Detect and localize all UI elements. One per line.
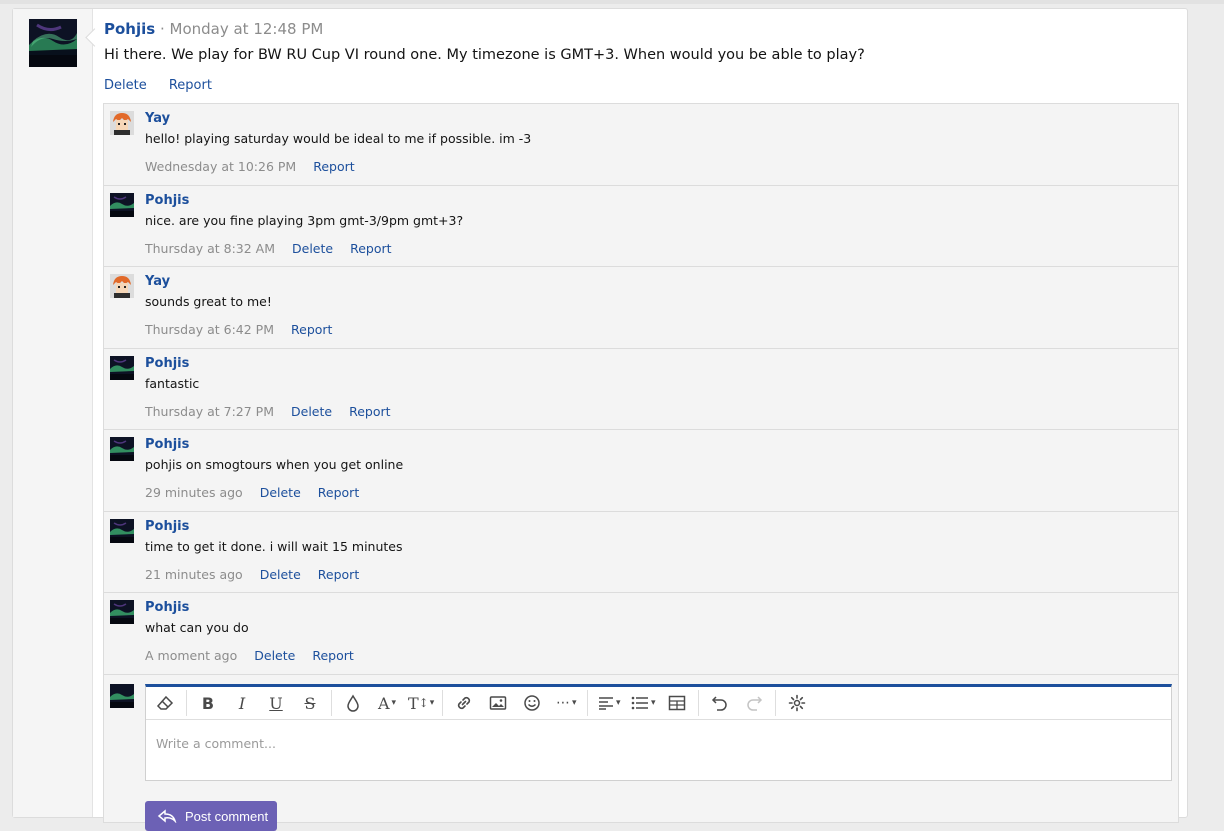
comment-author[interactable]: Pohjis <box>145 356 189 371</box>
delete-link[interactable]: Delete <box>292 241 333 256</box>
aurora-avatar[interactable] <box>29 19 77 67</box>
comment-list: Yay hello! playing saturday would be idea… <box>103 103 1179 831</box>
comment-timestamp: Thursday at 8:32 AM <box>145 241 276 256</box>
comment-text: what can you do <box>145 620 249 635</box>
toolbar-separator <box>587 690 589 716</box>
post-text: Hi there. We play for BW RU Cup VI round… <box>104 47 865 63</box>
post-author[interactable]: Pohjis <box>104 20 155 38</box>
more-icon[interactable]: ⋯ ▾ <box>553 691 579 715</box>
comment-text: fantastic <box>145 376 200 391</box>
delete-link[interactable]: Delete <box>260 567 301 582</box>
comment-item: Yay hello! playing saturday would be idea… <box>104 104 1178 186</box>
report-link[interactable]: Report <box>318 485 359 500</box>
comment-timestamp: 21 minutes ago <box>145 567 243 582</box>
comment-editor: B I U S A ▾ T ↕ ▾ ⋯ ▾ ▾ ▾ Write a commen… <box>145 684 1172 781</box>
aurora-avatar <box>110 684 134 708</box>
underline-icon[interactable]: U <box>263 691 289 715</box>
aurora-avatar[interactable] <box>110 519 134 543</box>
strikethrough-icon[interactable]: S <box>297 691 323 715</box>
message-card: Pohjis · Monday at 12:48 PM Hi there. We… <box>12 8 1188 831</box>
toolbar-separator <box>442 690 444 716</box>
list-icon[interactable]: ▾ <box>630 691 656 715</box>
comment-item: Pohjis what can you do A moment ago Delete R… <box>104 593 1178 675</box>
delete-link[interactable]: Delete <box>291 404 332 419</box>
comment-text: time to get it done. i will wait 15 minu… <box>145 539 403 554</box>
report-link[interactable]: Report <box>318 567 359 582</box>
aurora-avatar[interactable] <box>110 600 134 624</box>
bold-icon[interactable]: B <box>195 691 221 715</box>
comment-meta: Thursday at 8:32 AM Delete Report <box>145 241 409 256</box>
comment-timestamp: Thursday at 6:42 PM <box>145 322 274 337</box>
post-actions: Delete Report <box>104 78 230 93</box>
table-icon[interactable] <box>664 691 690 715</box>
emoji-icon[interactable] <box>519 691 545 715</box>
editor-toolbar: B I U S A ▾ T ↕ ▾ ⋯ ▾ ▾ ▾ <box>146 687 1171 720</box>
toolbar-separator <box>698 690 700 716</box>
comment-author[interactable]: Pohjis <box>145 193 189 208</box>
orange-hair-avatar[interactable] <box>110 111 134 135</box>
undo-icon[interactable] <box>707 691 733 715</box>
aurora-avatar[interactable] <box>110 437 134 461</box>
settings-icon[interactable] <box>784 691 810 715</box>
delete-link[interactable]: Delete <box>260 485 301 500</box>
toolbar-separator <box>331 690 332 716</box>
toolbar-separator <box>186 690 187 716</box>
redo-icon[interactable] <box>741 691 767 715</box>
image-icon[interactable] <box>485 691 511 715</box>
comment-meta: 29 minutes ago Delete Report <box>145 485 376 500</box>
comment-timestamp: 29 minutes ago <box>145 485 243 500</box>
align-icon[interactable]: ▾ <box>596 691 622 715</box>
report-link[interactable]: Report <box>169 78 212 93</box>
comment-input[interactable]: Write a comment... <box>156 736 276 751</box>
aurora-avatar[interactable] <box>110 356 134 380</box>
font-size-icon[interactable]: T ↕ ▾ <box>408 691 434 715</box>
delete-link[interactable]: Delete <box>254 648 295 663</box>
comment-author[interactable]: Pohjis <box>145 437 189 452</box>
link-icon[interactable] <box>451 691 477 715</box>
comment-author[interactable]: Yay <box>145 274 170 289</box>
comment-meta: Wednesday at 10:26 PM Report <box>145 159 372 174</box>
report-link[interactable]: Report <box>350 241 391 256</box>
comment-meta: 21 minutes ago Delete Report <box>145 567 376 582</box>
post-header: Pohjis · Monday at 12:48 PM <box>104 20 323 38</box>
orange-hair-avatar[interactable] <box>110 274 134 298</box>
post-timestamp: · Monday at 12:48 PM <box>155 20 324 38</box>
comment-author[interactable]: Pohjis <box>145 519 189 534</box>
comment-timestamp: Thursday at 7:27 PM <box>145 404 274 419</box>
report-link[interactable]: Report <box>291 322 332 337</box>
comment-item: Pohjis nice. are you fine playing 3pm gmt… <box>104 186 1178 267</box>
comment-author[interactable]: Yay <box>145 111 170 126</box>
comment-text: nice. are you fine playing 3pm gmt-3/9pm… <box>145 213 464 228</box>
comment-text: sounds great to me! <box>145 294 272 309</box>
text-color-icon[interactable] <box>340 691 366 715</box>
top-border <box>0 0 1224 4</box>
font-family-icon[interactable]: A ▾ <box>374 691 400 715</box>
reply-icon <box>157 809 177 823</box>
comment-timestamp: Wednesday at 10:26 PM <box>145 159 297 174</box>
comment-author[interactable]: Pohjis <box>145 600 189 615</box>
comment-text: hello! playing saturday would be ideal t… <box>145 131 532 146</box>
comment-meta: Thursday at 7:27 PM Delete Report <box>145 404 408 419</box>
avatar-gutter <box>13 9 93 817</box>
comment-item: Pohjis pohjis on smogtours when you get o… <box>104 430 1178 512</box>
comment-text: pohjis on smogtours when you get online <box>145 457 404 472</box>
aurora-avatar[interactable] <box>110 193 134 217</box>
toolbar-separator <box>775 690 777 716</box>
comment-item: Pohjis time to get it done. i will wait 1… <box>104 512 1178 593</box>
eraser-icon[interactable] <box>152 691 178 715</box>
report-link[interactable]: Report <box>313 159 354 174</box>
report-link[interactable]: Report <box>312 648 353 663</box>
report-link[interactable]: Report <box>349 404 390 419</box>
post-comment-label: Post comment <box>185 808 269 824</box>
comment-item: Pohjis fantastic Thursday at 7:27 PM Delete… <box>104 349 1178 430</box>
comment-item: Yay sounds great to me! Thursday at 6:42 P… <box>104 267 1178 349</box>
italic-icon[interactable]: I <box>229 691 255 715</box>
comment-meta: Thursday at 6:42 PM Report <box>145 322 349 337</box>
delete-link[interactable]: Delete <box>104 78 147 93</box>
comment-timestamp: A moment ago <box>145 648 238 663</box>
comment-meta: A moment ago Delete Report <box>145 648 371 663</box>
